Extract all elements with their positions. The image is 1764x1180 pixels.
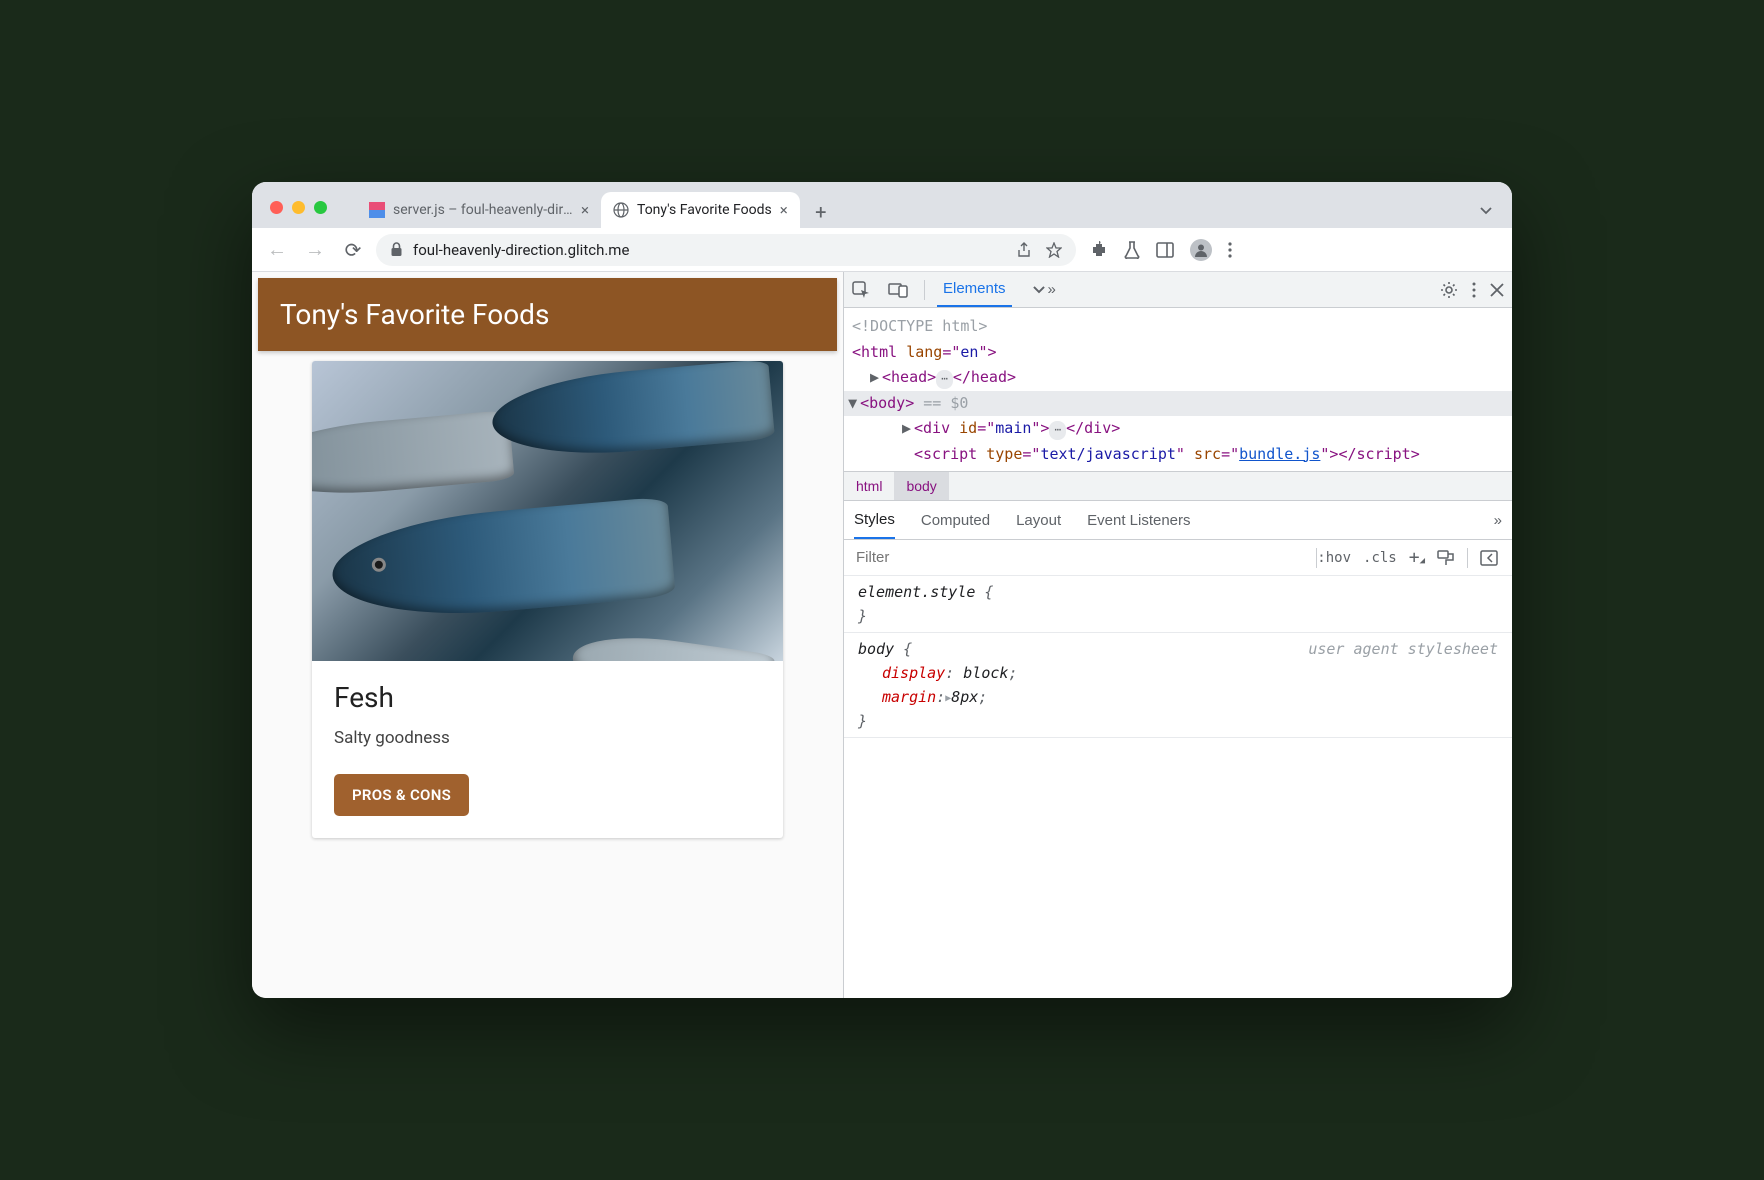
dom-breadcrumbs: html body (844, 471, 1512, 500)
devtools-panel: Elements » <!DOCTYPE html> (844, 272, 1512, 998)
browser-tab-inactive[interactable]: server.js – foul-heavenly-direct × (357, 192, 601, 228)
lock-icon (390, 242, 403, 257)
styles-tab[interactable]: Styles (854, 501, 895, 539)
layout-tab[interactable]: Layout (1016, 501, 1061, 539)
tabs-dropdown-button[interactable] (1478, 202, 1512, 228)
dom-tree[interactable]: <!DOCTYPE html> <html lang="en"> ▶<head>… (844, 308, 1512, 471)
labs-icon[interactable] (1124, 241, 1140, 259)
breadcrumb-html[interactable]: html (844, 472, 894, 500)
new-tab-button[interactable]: + (806, 200, 836, 228)
cls-toggle[interactable]: .cls (1363, 550, 1397, 566)
kebab-menu-icon[interactable] (1228, 242, 1232, 258)
more-styles-tabs-icon[interactable]: » (1494, 512, 1502, 529)
browser-toolbar: ← → ⟳ foul-heavenly-direction.glitch.me (252, 228, 1512, 272)
page-viewport: Tony's Favorite Foods Fesh Salty goodnes… (252, 272, 844, 998)
styles-tabbar: Styles Computed Layout Event Listeners » (844, 500, 1512, 540)
css-rule-body[interactable]: user agent stylesheet body { display: bl… (844, 633, 1512, 738)
event-listeners-tab[interactable]: Event Listeners (1087, 501, 1190, 539)
star-icon[interactable] (1046, 242, 1062, 258)
close-tab-icon[interactable]: × (780, 201, 788, 219)
breadcrumb-body[interactable]: body (894, 472, 948, 500)
tab-title: server.js – foul-heavenly-direct (393, 202, 573, 218)
maximize-window-button[interactable] (314, 201, 327, 214)
food-card: Fesh Salty goodness PROS & CONS (312, 361, 783, 838)
address-bar[interactable]: foul-heavenly-direction.glitch.me (376, 234, 1076, 266)
dom-script[interactable]: <script type="text/javascript" src="bund… (852, 442, 1512, 468)
back-button[interactable]: ← (262, 237, 292, 262)
card-description: Salty goodness (334, 728, 761, 748)
close-window-button[interactable] (270, 201, 283, 214)
forward-button[interactable]: → (300, 237, 330, 262)
card-image (312, 361, 783, 661)
extensions-icon[interactable] (1090, 241, 1108, 259)
styles-filter-input[interactable] (844, 549, 1316, 566)
tab-bar: server.js – foul-heavenly-direct × Tony'… (252, 182, 1512, 228)
pros-cons-button[interactable]: PROS & CONS (334, 774, 469, 816)
sidepanel-icon[interactable] (1156, 242, 1174, 258)
css-rule-element-style[interactable]: element.style {} (844, 576, 1512, 633)
device-toolbar-icon[interactable] (888, 282, 912, 298)
hov-toggle[interactable]: :hov (1317, 550, 1351, 566)
glitch-favicon-icon (369, 202, 385, 218)
paint-icon[interactable] (1437, 550, 1455, 566)
browser-tab-active[interactable]: Tony's Favorite Foods × (601, 192, 800, 228)
styles-filter-bar: :hov .cls +◢ (844, 540, 1512, 576)
window-controls (270, 201, 357, 228)
elements-tab[interactable]: Elements (937, 272, 1012, 307)
computed-sidebar-toggle-icon[interactable] (1480, 550, 1498, 566)
content-area: Tony's Favorite Foods Fesh Salty goodnes… (252, 272, 1512, 998)
close-devtools-icon[interactable] (1490, 283, 1504, 297)
new-style-rule-icon[interactable]: +◢ (1409, 547, 1425, 568)
card-title: Fesh (334, 681, 761, 714)
url-text: foul-heavenly-direction.glitch.me (413, 241, 629, 259)
browser-window: server.js – foul-heavenly-direct × Tony'… (252, 182, 1512, 998)
devtools-kebab-icon[interactable] (1472, 282, 1476, 298)
settings-gear-icon[interactable] (1440, 281, 1458, 299)
dom-html[interactable]: <html lang="en"> (852, 340, 1512, 366)
globe-favicon-icon (613, 202, 629, 218)
dom-doctype: <!DOCTYPE html> (852, 314, 1512, 340)
more-tabs-icon[interactable]: » (1024, 272, 1062, 307)
close-tab-icon[interactable]: × (581, 201, 589, 219)
profile-avatar[interactable] (1190, 239, 1212, 261)
minimize-window-button[interactable] (292, 201, 305, 214)
inspect-element-icon[interactable] (852, 281, 876, 299)
devtools-tabbar: Elements » (844, 272, 1512, 308)
tab-title: Tony's Favorite Foods (637, 202, 772, 218)
share-icon[interactable] (1016, 242, 1032, 258)
computed-tab[interactable]: Computed (921, 501, 990, 539)
dom-div-main[interactable]: ▶<div id="main">⋯</div> (852, 416, 1512, 442)
dom-head[interactable]: ▶<head>⋯</head> (852, 365, 1512, 391)
reload-button[interactable]: ⟳ (338, 238, 368, 262)
page-header: Tony's Favorite Foods (258, 278, 837, 351)
dom-body-selected[interactable]: ⋯ ▼<body> == $0 (844, 391, 1512, 417)
